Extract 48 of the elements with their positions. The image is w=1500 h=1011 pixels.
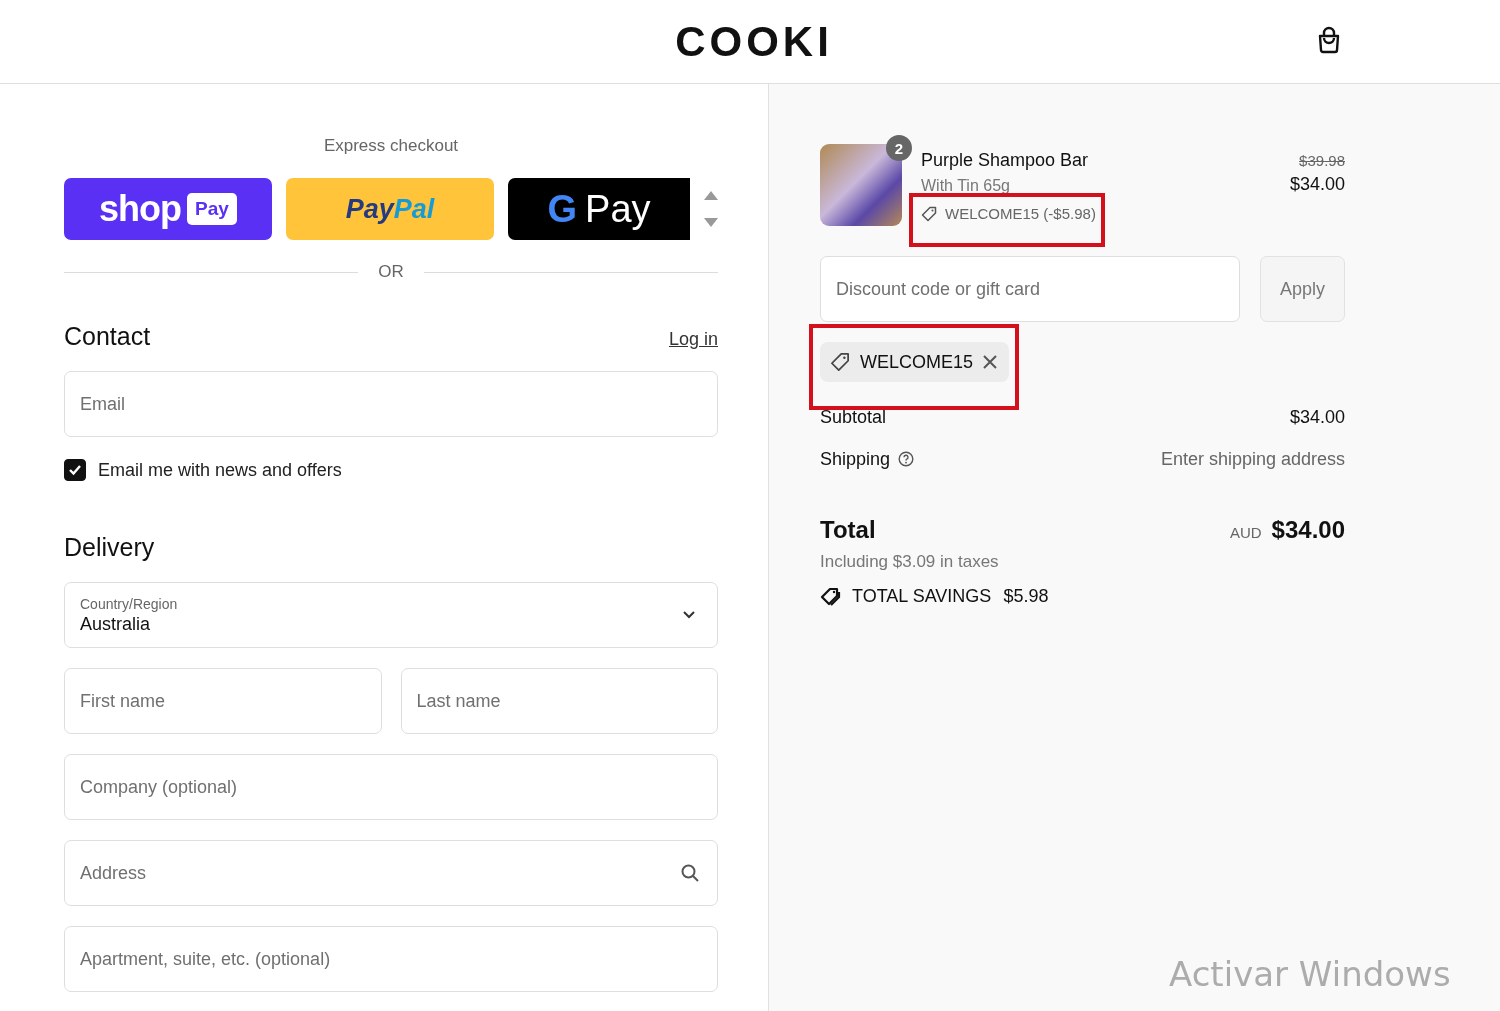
address-field[interactable]: Address (64, 840, 718, 906)
product-name: Purple Shampoo Bar (921, 150, 1090, 171)
search-icon (680, 863, 700, 883)
shop-pay-button[interactable]: shop Pay (64, 178, 272, 240)
shipping-label: Shipping (820, 448, 891, 470)
discount-code-text: WELCOME15 (-$5.98) (945, 205, 1096, 222)
item-price: $34.00 (1289, 174, 1345, 195)
chevron-down-icon (683, 611, 695, 619)
activation-notice: Activar Windows (1169, 954, 1451, 994)
delivery-heading: Delivery (64, 533, 156, 562)
tags-icon (820, 586, 842, 607)
subtotal-label: Subtotal (820, 406, 887, 428)
total-amount: $34.00 (1271, 516, 1345, 544)
or-divider-text: OR (378, 262, 404, 282)
text-field[interactable]: First name (64, 668, 382, 734)
newsletter-label: Email me with news and offers (98, 459, 342, 481)
scroll-up-icon[interactable] (704, 191, 718, 200)
product-variant: With Tin 65g (921, 177, 1011, 195)
total-savings-label: TOTAL SAVINGS (852, 586, 992, 607)
tag-icon (830, 352, 850, 372)
paypal-button[interactable]: PayPal (286, 178, 494, 240)
text-field[interactable]: Last name (400, 668, 718, 734)
text-field[interactable]: Apartment, suite, etc. (optional) (64, 926, 718, 992)
google-pay-button[interactable]: G Pay (508, 178, 690, 240)
discount-code-label: WELCOME15 (860, 351, 974, 373)
quantity-badge: 2 (886, 135, 912, 161)
express-checkout-heading: Express checkout (322, 136, 460, 156)
total-label: Total (820, 516, 876, 544)
shipping-value: Enter shipping address (1160, 448, 1345, 470)
original-price: $39.98 (1299, 152, 1345, 169)
currency-code: AUD (1229, 524, 1262, 541)
taxes-note: Including $3.09 in taxes (820, 552, 1000, 572)
total-savings-amount: $5.98 (1003, 586, 1049, 607)
scroll-down-icon[interactable] (704, 218, 718, 227)
subtotal-value: $34.00 (1289, 406, 1345, 428)
checkmark-icon (68, 464, 82, 476)
shopping-bag-icon[interactable] (1316, 26, 1342, 54)
country-select[interactable]: Country/Region Australia (64, 582, 718, 648)
close-icon[interactable] (983, 355, 998, 369)
store-logo[interactable]: COOKI (675, 17, 833, 66)
help-icon[interactable] (898, 451, 915, 467)
log-in-link[interactable]: Log in (668, 329, 718, 350)
discount-code-field[interactable]: Discount code or gift card (820, 256, 1240, 322)
newsletter-checkbox[interactable] (64, 459, 86, 481)
contact-heading: Contact (64, 322, 151, 351)
text-field[interactable]: Company (optional) (64, 754, 718, 820)
tag-icon (921, 205, 937, 222)
email-field[interactable]: Email (64, 371, 718, 437)
